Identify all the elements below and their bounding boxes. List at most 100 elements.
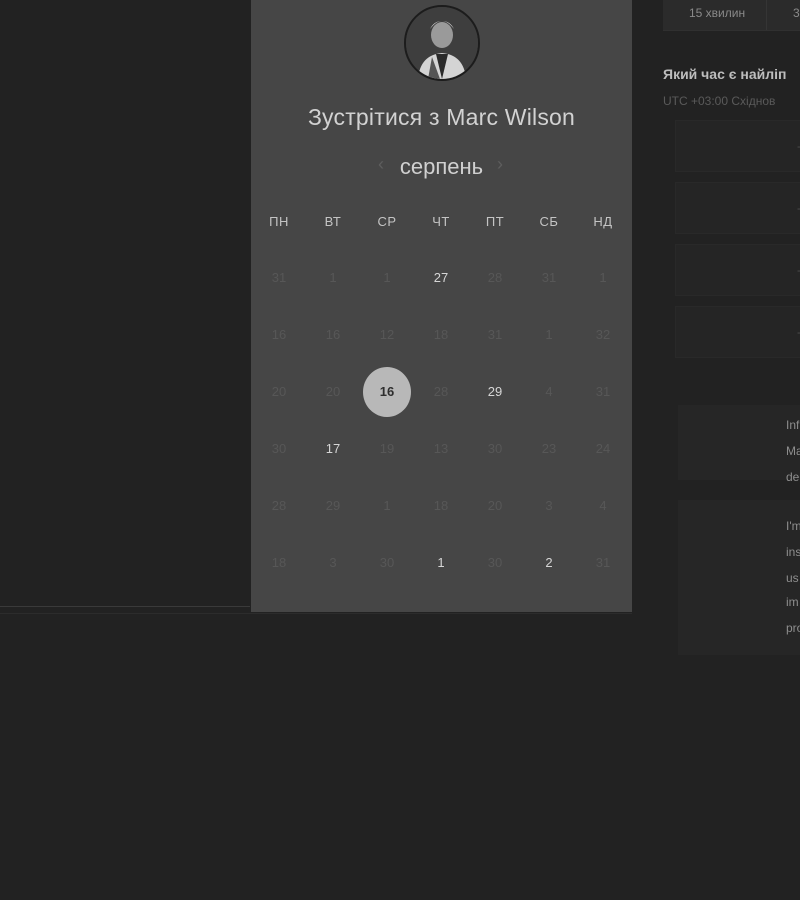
calendar-day-label: 20 bbox=[325, 384, 341, 399]
calendar-day: 13 bbox=[414, 421, 468, 477]
description-panel bbox=[678, 405, 800, 480]
description-text: im bbox=[786, 595, 799, 609]
calendar-day-label: 1 bbox=[545, 327, 553, 342]
calendar-day-label: 1 bbox=[383, 498, 391, 513]
calendar-day-label: 30 bbox=[271, 441, 287, 456]
description-panel-secondary bbox=[678, 500, 800, 655]
calendar-day-label: 3 bbox=[545, 498, 553, 513]
calendar-day-label: 16 bbox=[271, 327, 287, 342]
calendar-day-label: 12 bbox=[379, 327, 395, 342]
calendar-day-label: 29 bbox=[487, 384, 503, 399]
calendar-day: 28 bbox=[414, 364, 468, 420]
description-text: de bbox=[786, 470, 800, 484]
calendar-day: 31 bbox=[576, 364, 630, 420]
calendar-day: 3 bbox=[522, 478, 576, 534]
calendar-day-label: 31 bbox=[487, 327, 503, 342]
calendar-day: 30 bbox=[468, 421, 522, 477]
description-text: I'm bbox=[786, 519, 800, 533]
calendar-day[interactable]: 27 bbox=[414, 250, 468, 306]
description-text: us bbox=[786, 571, 799, 585]
calendar-day-label: 16 bbox=[379, 384, 395, 399]
calendar-day: 31 bbox=[522, 250, 576, 306]
best-time-title: Який час є найліп bbox=[663, 66, 787, 82]
calendar-day: 12 bbox=[360, 307, 414, 363]
calendar-day-label: 18 bbox=[433, 327, 449, 342]
calendar-day: 1 bbox=[522, 307, 576, 363]
timezone-label: UTC +03:00 Східнов bbox=[663, 94, 776, 108]
weekday-label: ПТ bbox=[485, 214, 505, 229]
calendar-day-label: 17 bbox=[325, 441, 341, 456]
calendar-day[interactable]: 17 bbox=[306, 421, 360, 477]
calendar-day-label: 32 bbox=[595, 327, 611, 342]
calendar-day-label: 30 bbox=[379, 555, 395, 570]
description-text: ins bbox=[786, 545, 800, 559]
month-label: серпень bbox=[399, 154, 484, 179]
bottom-divider bbox=[0, 613, 632, 614]
calendar-day-label: 18 bbox=[433, 498, 449, 513]
duration-option[interactable]: 3 bbox=[793, 6, 800, 20]
calendar-day-label: 1 bbox=[329, 270, 337, 285]
calendar-day-label: 16 bbox=[325, 327, 341, 342]
time-slot[interactable]: - bbox=[675, 120, 800, 172]
duration-option[interactable]: 15 хвилин bbox=[689, 6, 745, 20]
calendar-day: 3 bbox=[306, 535, 360, 591]
calendar-day: 32 bbox=[576, 307, 630, 363]
left-divider bbox=[0, 606, 250, 607]
calendar-day: 1 bbox=[306, 250, 360, 306]
calendar-day[interactable]: 2 bbox=[522, 535, 576, 591]
calendar-day-label: 20 bbox=[487, 498, 503, 513]
time-slot[interactable]: - bbox=[675, 182, 800, 234]
calendar-day-label: 4 bbox=[545, 384, 553, 399]
duration-selector: 15 хвилин 3 bbox=[663, 0, 800, 31]
calendar-day: 1 bbox=[360, 478, 414, 534]
calendar-day: 20 bbox=[252, 364, 306, 420]
weekday-label: СБ bbox=[539, 214, 559, 229]
weekday-label: ПН bbox=[269, 214, 289, 229]
calendar-day-label: 30 bbox=[487, 555, 503, 570]
calendar-day-label: 28 bbox=[487, 270, 503, 285]
calendar-day-label: 31 bbox=[595, 384, 611, 399]
calendar-day: 18 bbox=[414, 478, 468, 534]
calendar-day-label: 23 bbox=[541, 441, 557, 456]
calendar-day[interactable]: 29 bbox=[468, 364, 522, 420]
calendar-day: 1 bbox=[360, 250, 414, 306]
calendar-day: 31 bbox=[252, 250, 306, 306]
calendar-day-grid: 31 1 1 27 28 31 1 16 16 12 18 31 1 32 20 20 16 28 29 4 31 30 1… bbox=[251, 250, 632, 590]
calendar-day-label: 18 bbox=[271, 555, 287, 570]
calendar-day-label: 1 bbox=[383, 270, 391, 285]
time-slot-list: - - - - bbox=[675, 120, 800, 360]
calendar-day: 29 bbox=[306, 478, 360, 534]
weekday-label: ЧТ bbox=[432, 214, 450, 229]
calendar-day-label: 31 bbox=[271, 270, 287, 285]
weekday-header: ПН ВТ СР ЧТ ПТ СБ НД bbox=[251, 214, 632, 234]
calendar-day-label: 29 bbox=[325, 498, 341, 513]
calendar-day-label: 31 bbox=[595, 555, 611, 570]
chevron-right-icon[interactable]: › bbox=[491, 154, 509, 176]
calendar-day-label: 24 bbox=[595, 441, 611, 456]
calendar-day-label: 27 bbox=[433, 270, 449, 285]
time-slot[interactable]: - bbox=[675, 306, 800, 358]
calendar-day-label: 1 bbox=[437, 555, 445, 570]
calendar-day: 18 bbox=[414, 307, 468, 363]
calendar-day: 16 bbox=[306, 307, 360, 363]
calendar-day-label: 1 bbox=[599, 270, 607, 285]
calendar-day: 4 bbox=[576, 478, 630, 534]
weekday-label: СР bbox=[377, 214, 397, 229]
calendar-day-label: 30 bbox=[487, 441, 503, 456]
time-slot[interactable]: - bbox=[675, 244, 800, 296]
calendar-day-selected[interactable]: 16 bbox=[360, 364, 414, 420]
calendar-day-label: 4 bbox=[599, 498, 607, 513]
calendar-day-label: 28 bbox=[433, 384, 449, 399]
calendar-day-label: 20 bbox=[271, 384, 287, 399]
calendar-day: 20 bbox=[468, 478, 522, 534]
calendar-day-label: 3 bbox=[329, 555, 337, 570]
calendar-day-label: 13 bbox=[433, 441, 449, 456]
calendar-day: 18 bbox=[252, 535, 306, 591]
calendar-day: 20 bbox=[306, 364, 360, 420]
description-text: pro bbox=[786, 621, 800, 635]
month-navigation: ‹ серпень › bbox=[251, 150, 632, 182]
weekday-label: НД bbox=[593, 214, 613, 229]
calendar-day[interactable]: 1 bbox=[414, 535, 468, 591]
calendar-day: 19 bbox=[360, 421, 414, 477]
calendar-day: 23 bbox=[522, 421, 576, 477]
